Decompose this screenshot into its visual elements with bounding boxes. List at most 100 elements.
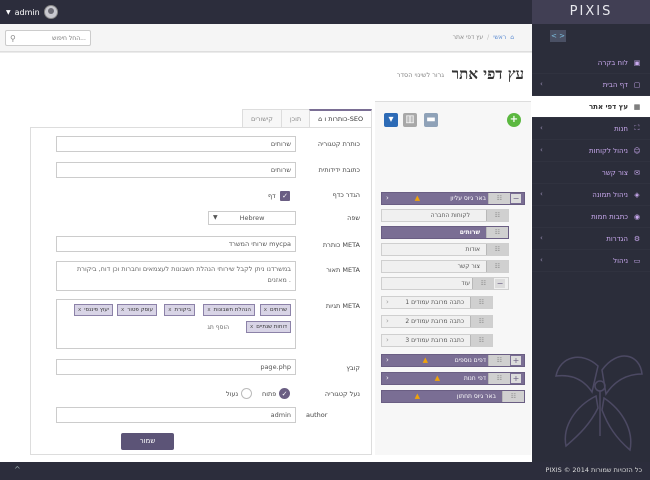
remove-tag-icon[interactable]: x <box>250 324 253 330</box>
folder-button[interactable]: ▬ <box>424 113 438 127</box>
meta-title-input[interactable] <box>56 236 296 252</box>
tag-chip[interactable]: x עוסק פטור <box>116 304 157 316</box>
breadcrumb-home-icon[interactable]: ⌂ <box>510 34 514 41</box>
save-tree-button[interactable]: ▾ <box>384 113 398 127</box>
tree-node[interactable]: › כתבה מרובת עמודים 2 ☷ <box>381 315 493 328</box>
chevron-left-icon: ‹ <box>540 234 543 242</box>
tree-node[interactable]: צור קשר ☷ <box>381 260 509 273</box>
search-box[interactable]: ⚲ <box>5 30 91 46</box>
breadcrumb-home[interactable]: ראשי <box>493 34 506 41</box>
tree-node[interactable]: › ▲ באר גיוס עליון ☷ − <box>381 192 525 205</box>
meta-description-textarea[interactable]: במשרדנו ניתן לקבל שירותי הנהלת חשבונות ל… <box>56 261 296 291</box>
open-radio-label: פתוח <box>262 390 277 398</box>
chevron-left-icon: ‹ <box>540 80 543 88</box>
file-input[interactable] <box>56 359 296 375</box>
sidebar-item-label: כתבות חמות <box>591 212 628 221</box>
category-title-input[interactable] <box>56 136 296 152</box>
drag-handle-icon[interactable]: ☷ <box>470 316 492 327</box>
delete-button[interactable]: ▥ <box>403 113 417 127</box>
sidebar-item-image-management[interactable]: ◈ ניהול תמונה ‹ <box>532 184 650 206</box>
sidebar-item-customers[interactable]: ☺ ניהול לקוחות ‹ <box>532 140 650 162</box>
tree-node[interactable]: עוד ☷ − <box>381 277 509 290</box>
search-input[interactable] <box>15 34 86 42</box>
tree-node[interactable]: לקוחות החברה ☷ <box>381 209 509 222</box>
tag-chip[interactable]: x ביקורת <box>164 304 195 316</box>
tag-chip[interactable]: x הנהלת חשבונות <box>203 304 255 316</box>
copyright-text: PIXIS © 2014 כל הזכויות שמורות <box>545 466 642 474</box>
remove-tag-icon[interactable]: x <box>168 307 171 313</box>
drag-handle-icon[interactable]: ☷ <box>486 261 508 272</box>
tag-label: דוחות שנתיים <box>256 324 287 330</box>
collapse-button[interactable]: − <box>495 279 505 288</box>
tab-content[interactable]: תוכן <box>280 109 311 127</box>
chevron-left-icon[interactable]: › <box>386 356 389 364</box>
drag-handle-icon[interactable]: ☷ <box>472 278 494 289</box>
tree-node[interactable]: › ▲ דפי חנות ☷ + <box>381 372 525 385</box>
tree-node[interactable]: שרותים ☷ <box>381 226 509 239</box>
drag-handle-icon[interactable]: ☷ <box>488 355 510 366</box>
tree-node[interactable]: › כתבה מרובת עמודים 1 ☷ <box>381 296 493 309</box>
sidebar-item-hot-articles[interactable]: ◉ כתבות חמות <box>532 206 650 228</box>
remove-tag-icon[interactable]: x <box>207 307 210 313</box>
tree-node[interactable]: ▲ באר גיוס תחתון ☷ <box>381 390 525 403</box>
breadcrumb: ⌂ ראשי / עץ דפי אתר <box>453 34 514 41</box>
main-content: עץ דפי אתר גרור לשינוי הסדר ▾ ▥ ▬ + › ▲ … <box>0 53 532 462</box>
page-checkbox[interactable]: ✓ <box>280 191 290 201</box>
drag-handle-icon[interactable]: ☷ <box>502 391 524 402</box>
expand-button[interactable]: + <box>511 374 521 383</box>
tab-links[interactable]: קישורים <box>242 109 282 127</box>
tag-chip[interactable]: x דוחות שנתיים <box>245 321 291 333</box>
chevron-left-icon[interactable]: › <box>386 374 389 382</box>
remove-tag-icon[interactable]: x <box>78 307 81 313</box>
chevron-left-icon[interactable]: › <box>386 336 389 344</box>
drag-handle-icon[interactable]: ☷ <box>486 244 508 255</box>
warning-icon: ▲ <box>422 356 428 364</box>
meta-tags-box[interactable]: x שרותים x הנהלת חשבונות x ביקורת x עוסק פטו… <box>56 299 296 349</box>
language-select[interactable]: ▼ Hebrew <box>208 211 296 225</box>
add-page-button[interactable]: + <box>507 113 521 127</box>
sidebar-toggle-button[interactable]: < > <box>550 30 566 42</box>
chevron-left-icon[interactable]: › <box>386 194 389 202</box>
monitor-icon: ▭ <box>633 256 641 265</box>
sidebar-item-settings[interactable]: ⚙ הגדרות ‹ <box>532 228 650 250</box>
sidebar-item-contact[interactable]: ✉ צור קשר <box>532 162 650 184</box>
chevron-left-icon[interactable]: › <box>386 317 389 325</box>
open-radio[interactable]: ✓ <box>279 388 290 399</box>
tab-seo[interactable]: ⌂ כותרות ו-SEO <box>309 109 373 127</box>
sidebar-item-home-page[interactable]: ▢ דף הבית ‹ <box>532 74 650 96</box>
tree-node[interactable]: › כתבה מרובת עמודים 3 ☷ <box>381 334 493 347</box>
tree-node[interactable]: › ▲ דפים נוספים ☷ + <box>381 354 525 367</box>
remove-tag-icon[interactable]: x <box>121 307 124 313</box>
drag-handle-icon[interactable]: ☷ <box>470 297 492 308</box>
collapse-button[interactable]: − <box>511 194 521 203</box>
breadcrumb-separator: / <box>487 34 490 41</box>
caret-down-icon: ▼ <box>6 8 11 16</box>
add-tag-input[interactable]: הוסף תג <box>207 324 229 331</box>
drag-handle-icon[interactable]: ☷ <box>488 373 510 384</box>
drag-handle-icon[interactable]: ☷ <box>486 227 508 238</box>
sidebar-item-sitemap[interactable]: ▦ עץ דפי אתר <box>532 96 650 118</box>
friendly-url-input[interactable] <box>56 162 296 178</box>
remove-tag-icon[interactable]: x <box>264 307 267 313</box>
drag-handle-icon[interactable]: ☷ <box>488 193 510 204</box>
expand-button[interactable]: + <box>511 356 521 365</box>
sidebar-item-admin[interactable]: ▭ ניהול ‹ <box>532 250 650 272</box>
tree-node[interactable]: אודות ☷ <box>381 243 509 256</box>
save-button[interactable]: שמור <box>121 433 174 450</box>
chevron-left-icon[interactable]: › <box>386 298 389 306</box>
scroll-up-icon[interactable]: ^ <box>14 465 21 474</box>
author-input[interactable] <box>56 407 296 423</box>
page-checkbox-label: דף <box>268 192 276 200</box>
locked-radio[interactable] <box>241 388 252 399</box>
tag-chip[interactable]: x יעוץ פיננסי <box>73 304 113 316</box>
sidebar-item-dashboard[interactable]: ▣ לוח בקרה <box>532 52 650 74</box>
tag-chip[interactable]: x שרותים <box>259 304 291 316</box>
drag-handle-icon[interactable]: ☷ <box>470 335 492 346</box>
sidebar-item-shop[interactable]: ⛶ חנות ‹ <box>532 118 650 140</box>
sidebar-item-label: עץ דפי אתר <box>588 102 628 111</box>
tree-node-label: שרותים <box>459 229 480 236</box>
user-menu[interactable]: ▼ admin <box>6 5 58 19</box>
save-icon: ▾ <box>388 114 394 125</box>
shop-icon: ⛶ <box>634 124 640 132</box>
drag-handle-icon[interactable]: ☷ <box>486 210 508 221</box>
